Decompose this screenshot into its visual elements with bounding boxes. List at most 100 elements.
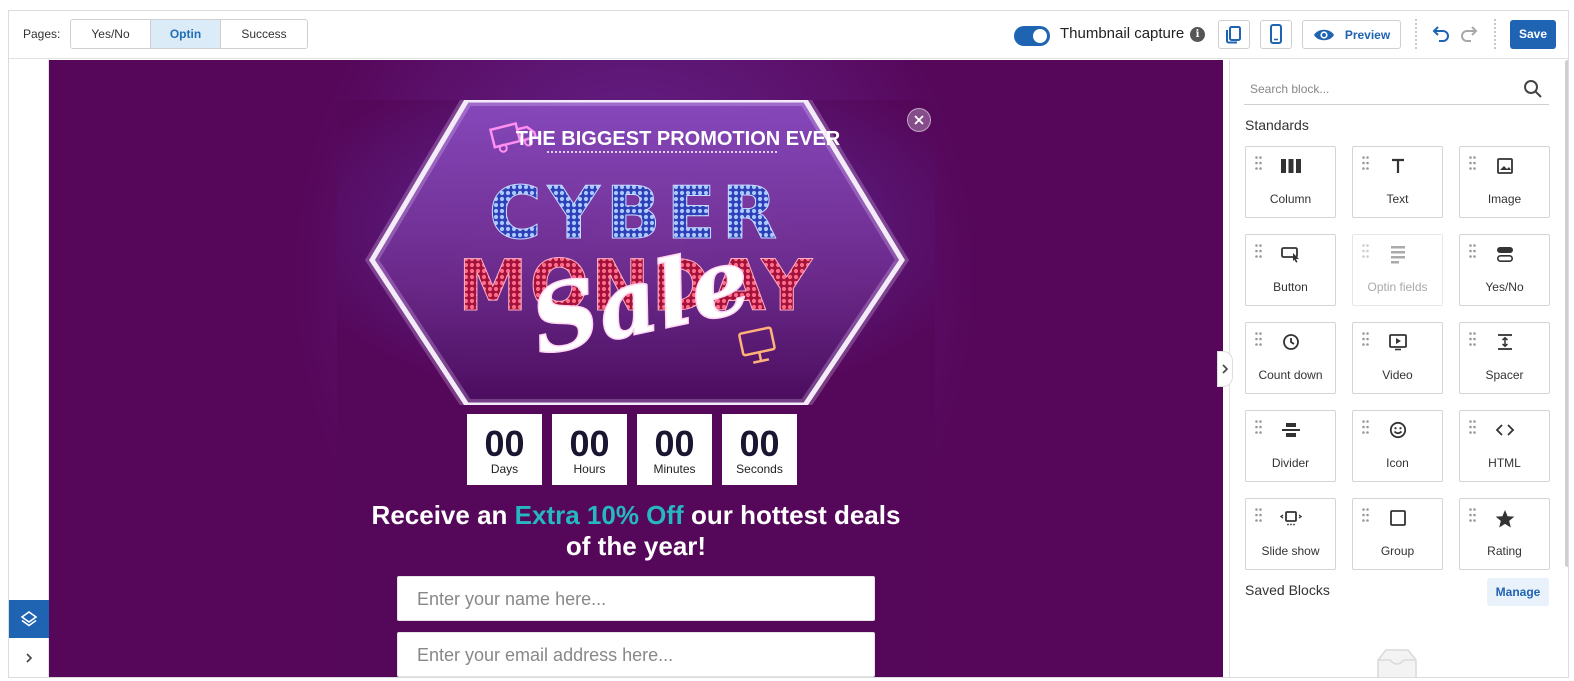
page-tabs: Yes/No Optin Success	[70, 19, 308, 49]
smiley-icon	[1389, 421, 1406, 439]
block-label: Optin fields	[1367, 280, 1428, 294]
block-label: Divider	[1271, 456, 1310, 470]
copy-icon	[1226, 26, 1241, 44]
chevron-right-icon	[1222, 364, 1229, 374]
countdown-unit: Days	[490, 462, 519, 476]
page-tab-success[interactable]: Success	[221, 20, 307, 48]
countdown-timer[interactable]: 00 Days 00 Hours 00 Minutes 00 Seconds	[467, 414, 797, 485]
manage-saved-blocks-button[interactable]: Manage	[1487, 578, 1549, 606]
group-icon	[1389, 510, 1406, 526]
optin-fields-icon	[1390, 246, 1405, 264]
toolbar-divider	[1415, 19, 1417, 49]
code-icon	[1495, 424, 1514, 436]
standard-blocks-grid: Column Text Image Button Optin fields Ye…	[1245, 146, 1550, 570]
button-icon	[1280, 247, 1299, 263]
yes-no-icon	[1496, 247, 1513, 263]
offer-headline[interactable]: Receive an Extra 10% Off our hottest dea…	[367, 500, 905, 562]
countdown-unit: Hours	[573, 462, 606, 476]
countdown-minutes: 00 Minutes	[637, 414, 712, 485]
search-icon[interactable]	[1523, 79, 1543, 99]
slideshow-icon	[1279, 511, 1302, 526]
block-button[interactable]: Button	[1245, 234, 1336, 306]
redo-icon[interactable]	[1459, 23, 1481, 45]
close-popup-button[interactable]	[907, 108, 931, 132]
block-search	[1244, 75, 1549, 105]
block-rating[interactable]: Rating	[1459, 498, 1550, 570]
editor-window: Pages: Yes/No Optin Success Thumbnail ca…	[8, 10, 1569, 678]
block-column[interactable]: Column	[1245, 146, 1336, 218]
text-icon	[1391, 158, 1404, 173]
block-icon[interactable]: Icon	[1352, 410, 1443, 482]
saved-blocks-title: Saved Blocks	[1245, 582, 1330, 598]
block-spacer[interactable]: Spacer	[1459, 322, 1550, 394]
block-label: Group	[1380, 544, 1415, 558]
promo-kicker: THE BIGGEST PROMOTION EVER	[516, 128, 841, 150]
image-icon	[1496, 158, 1513, 174]
eye-icon	[1313, 29, 1334, 40]
block-label: Column	[1269, 192, 1312, 206]
optin-popup[interactable]: CYBER THE BIGGEST PROMOTION EVER CYBER M…	[337, 100, 935, 677]
undo-icon[interactable]	[1429, 23, 1451, 45]
expand-rail-button[interactable]	[9, 641, 49, 675]
name-field[interactable]: Enter your name here...	[397, 576, 875, 621]
blocks-panel: Standards Column Text Image	[1229, 60, 1568, 677]
desktop-view-button[interactable]	[1218, 20, 1250, 49]
thumbnail-capture-toggle[interactable]	[1014, 26, 1050, 46]
email-field[interactable]: Enter your email address here...	[397, 632, 875, 677]
chevron-right-icon	[26, 653, 33, 663]
countdown-days: 00 Days	[467, 414, 542, 485]
pages-label: Pages:	[23, 27, 61, 41]
countdown-value: 00	[484, 423, 525, 464]
block-image[interactable]: Image	[1459, 146, 1550, 218]
standards-title: Standards	[1245, 117, 1309, 133]
spacer-icon	[1497, 334, 1512, 350]
countdown-value: 00	[739, 423, 780, 464]
panel-scrollbar[interactable]	[1565, 60, 1568, 567]
block-label: Spacer	[1485, 368, 1524, 382]
block-count-down[interactable]: Count down	[1245, 322, 1336, 394]
left-rail	[9, 59, 49, 677]
divider-icon	[1281, 423, 1300, 437]
top-toolbar: Pages: Yes/No Optin Success Thumbnail ca…	[9, 11, 1568, 59]
mobile-icon	[1270, 24, 1282, 44]
countdown-seconds: 00 Seconds	[722, 414, 797, 485]
empty-box-icon	[1377, 649, 1417, 677]
cyber-monday-hero-image[interactable]: CYBER THE BIGGEST PROMOTION EVER CYBER M…	[337, 100, 935, 405]
block-slide-show[interactable]: Slide show	[1245, 498, 1336, 570]
countdown-value: 00	[654, 423, 695, 464]
page-tab-yes-no[interactable]: Yes/No	[71, 20, 151, 48]
block-video[interactable]: Video	[1352, 322, 1443, 394]
block-label: Count down	[1258, 368, 1323, 382]
save-button[interactable]: Save	[1510, 20, 1556, 49]
clock-icon	[1282, 334, 1299, 350]
video-icon	[1388, 334, 1407, 351]
design-canvas[interactable]: CYBER THE BIGGEST PROMOTION EVER CYBER M…	[49, 60, 1223, 677]
info-icon[interactable]: i	[1190, 27, 1205, 42]
headline-lead: Receive an	[371, 500, 508, 530]
block-label: Yes/No	[1485, 280, 1524, 294]
block-label: Video	[1382, 368, 1413, 382]
search-block-input[interactable]	[1244, 75, 1514, 103]
column-icon	[1280, 159, 1301, 173]
block-label: Rating	[1487, 544, 1522, 558]
mobile-view-button[interactable]	[1260, 20, 1292, 49]
block-label: HTML	[1488, 456, 1521, 470]
block-label: Button	[1273, 280, 1308, 294]
block-yes-no[interactable]: Yes/No	[1459, 234, 1550, 306]
countdown-unit: Minutes	[653, 462, 696, 476]
block-divider[interactable]: Divider	[1245, 410, 1336, 482]
block-label: Text	[1386, 192, 1409, 206]
page-tab-optin[interactable]: Optin	[151, 20, 221, 48]
layers-button[interactable]	[9, 600, 49, 638]
countdown-value: 00	[569, 423, 610, 464]
preview-button[interactable]: Preview	[1302, 20, 1401, 49]
collapse-panel-button[interactable]	[1217, 351, 1233, 387]
star-icon	[1495, 510, 1514, 528]
close-icon	[914, 115, 924, 125]
block-text[interactable]: Text	[1352, 146, 1443, 218]
headline-accent: Extra 10% Off	[514, 500, 684, 530]
block-html[interactable]: HTML	[1459, 410, 1550, 482]
block-label: Image	[1487, 192, 1522, 206]
block-group[interactable]: Group	[1352, 498, 1443, 570]
preview-label: Preview	[1344, 27, 1391, 42]
